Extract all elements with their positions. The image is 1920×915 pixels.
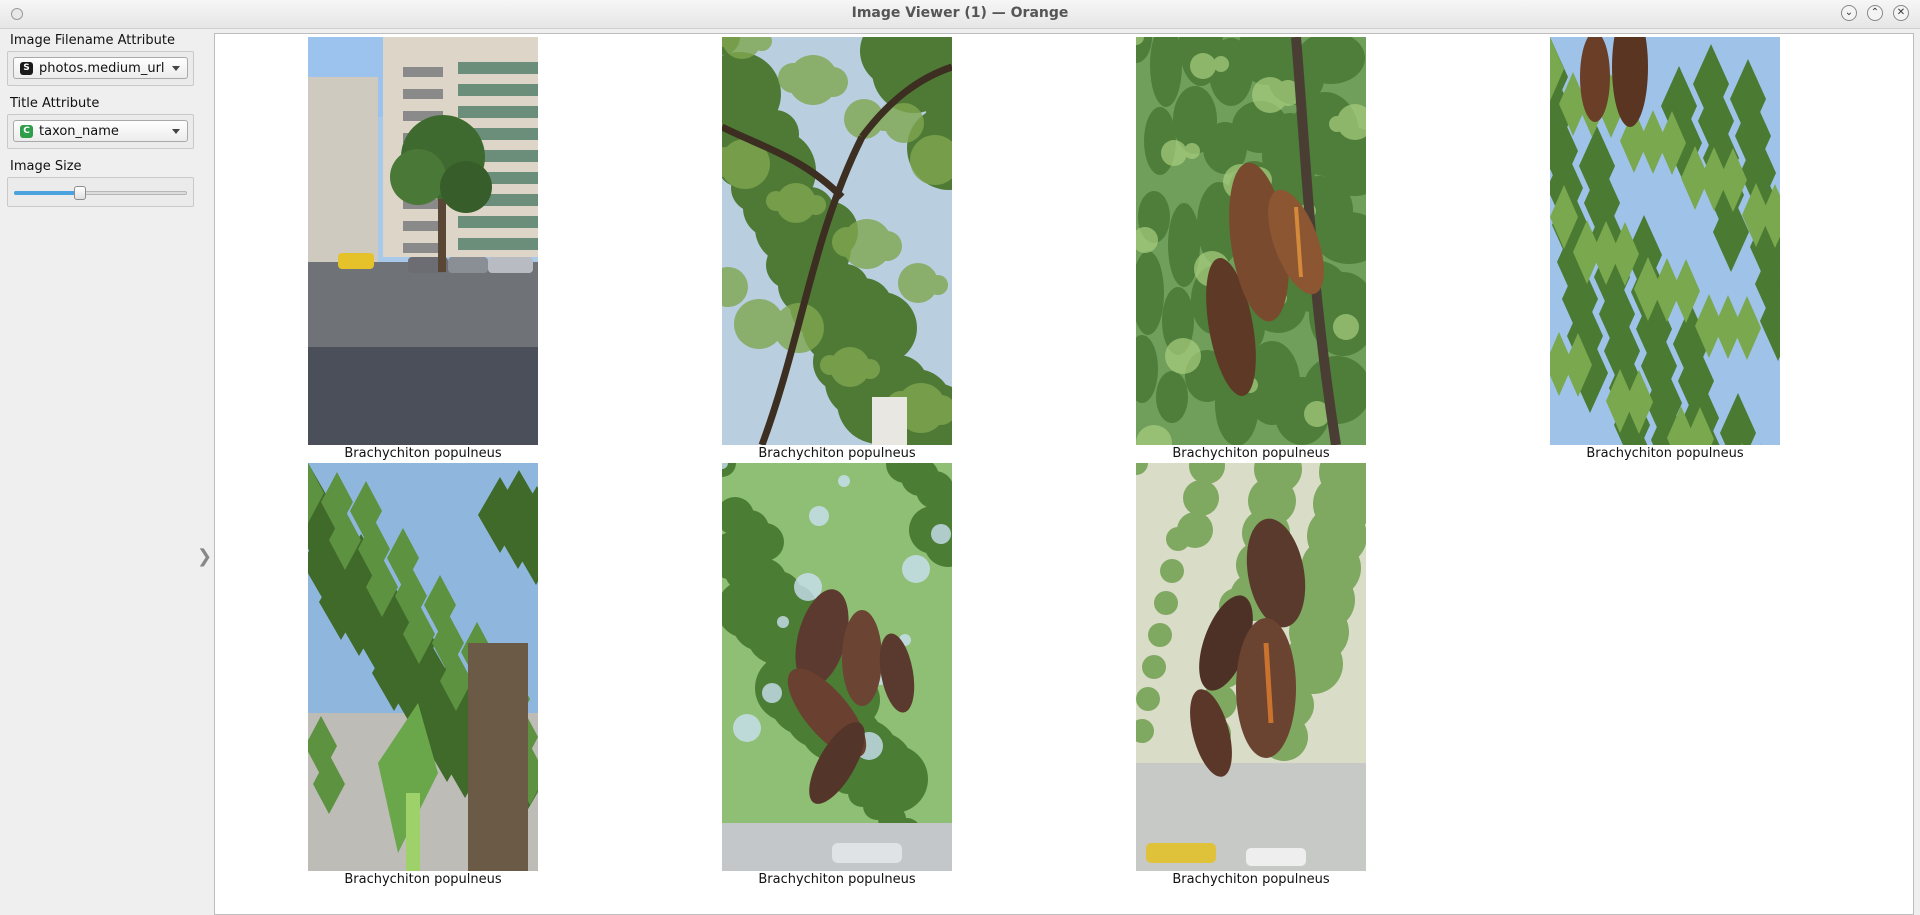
filename-attribute-combo[interactable]: S photos.medium_url	[13, 57, 188, 79]
title-attribute-label: Title Attribute	[10, 96, 100, 111]
title-attribute-box: C taxon_name	[7, 114, 194, 149]
image-size-slider-fill	[14, 191, 80, 195]
title-bar: Image Viewer (1) — Orange ⌄ ⌃ ✕	[0, 0, 1920, 29]
minimize-icon[interactable]: ⌄	[1841, 5, 1857, 21]
image-thumbnail[interactable]	[1136, 37, 1366, 445]
image-thumbnail[interactable]	[1550, 37, 1780, 445]
image-caption: Brachychiton populneus	[758, 446, 916, 461]
filename-attribute-box: S photos.medium_url	[7, 51, 194, 86]
window-title: Image Viewer (1) — Orange	[851, 5, 1069, 21]
image-thumbnail[interactable]	[722, 37, 952, 445]
title-attribute-value: taxon_name	[39, 123, 119, 139]
image-caption: Brachychiton populneus	[344, 872, 502, 887]
close-icon[interactable]: ✕	[1893, 5, 1909, 21]
filename-attribute-label: Image Filename Attribute	[10, 33, 176, 48]
chevron-right-icon[interactable]: ❯	[197, 548, 212, 566]
image-size-slider-handle[interactable]	[74, 186, 86, 200]
filename-attribute-value: photos.medium_url	[39, 60, 165, 76]
categorical-variable-icon: C	[20, 124, 33, 138]
image-caption: Brachychiton populneus	[1586, 446, 1744, 461]
image-thumbnail[interactable]	[1136, 463, 1366, 871]
image-thumbnail[interactable]	[722, 463, 952, 871]
control-panel: Image Filename Attribute S photos.medium…	[0, 29, 215, 915]
string-variable-icon: S	[20, 61, 33, 75]
chevron-down-icon	[172, 128, 180, 134]
image-size-label: Image Size	[10, 159, 82, 174]
title-attribute-combo[interactable]: C taxon_name	[13, 120, 188, 142]
image-caption: Brachychiton populneus	[1172, 872, 1330, 887]
image-caption: Brachychiton populneus	[1172, 446, 1330, 461]
image-grid: Brachychiton populneus Brachychiton popu…	[214, 33, 1914, 915]
chevron-down-icon	[172, 65, 180, 71]
image-size-box	[7, 177, 194, 207]
image-thumbnail[interactable]	[308, 463, 538, 871]
image-caption: Brachychiton populneus	[758, 872, 916, 887]
maximize-icon[interactable]: ⌃	[1867, 5, 1883, 21]
image-thumbnail[interactable]	[308, 37, 538, 445]
image-caption: Brachychiton populneus	[344, 446, 502, 461]
